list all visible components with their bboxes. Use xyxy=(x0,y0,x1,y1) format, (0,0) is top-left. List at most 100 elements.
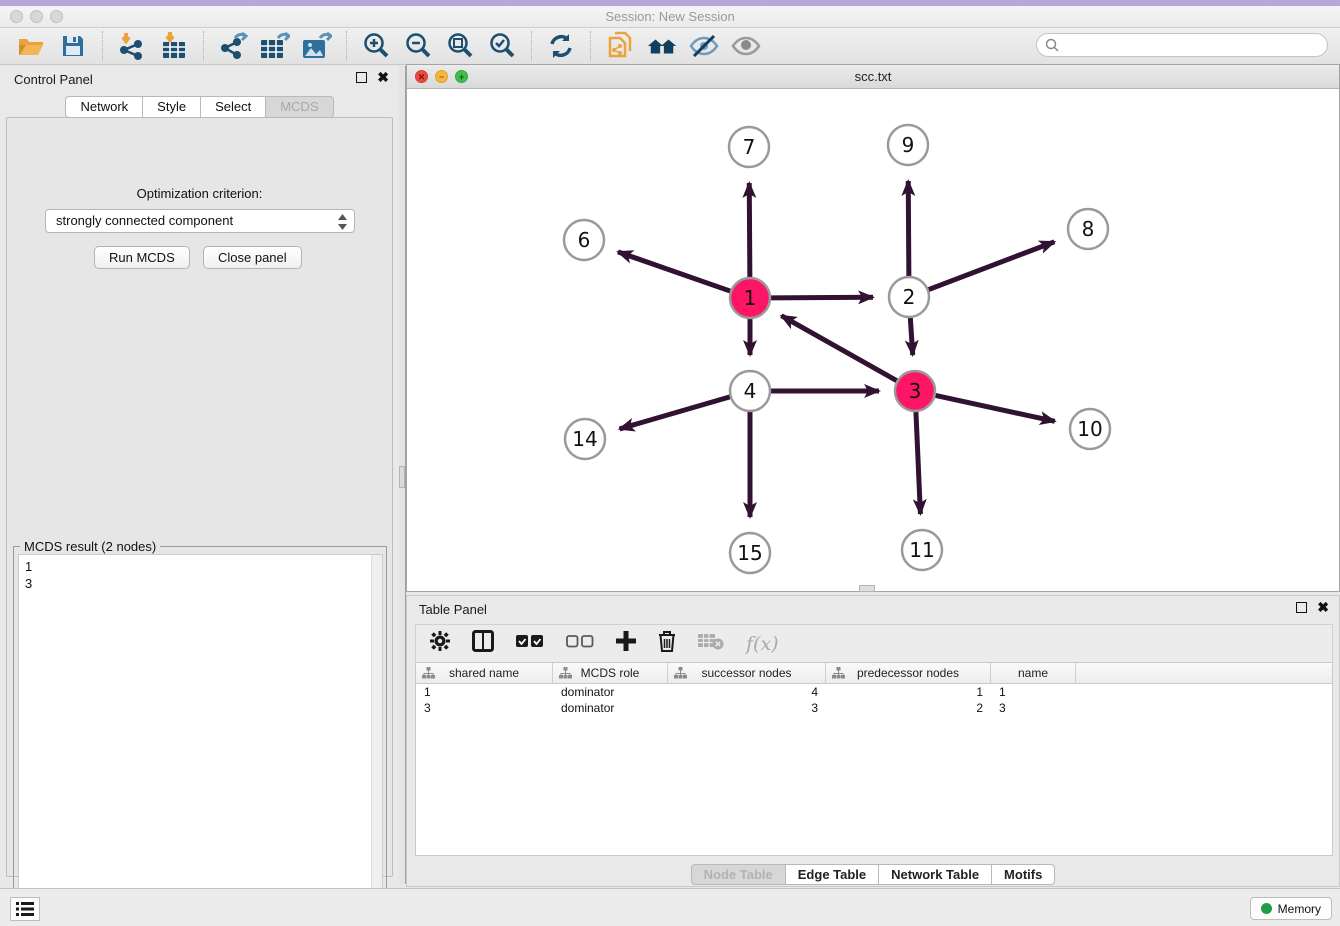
column-header-successor-nodes[interactable]: successor nodes xyxy=(668,663,826,683)
export-network-icon[interactable] xyxy=(218,32,248,60)
toolbar-separator xyxy=(590,31,591,61)
window-title: Session: New Session xyxy=(0,6,1340,28)
tab-style[interactable]: Style xyxy=(142,96,200,118)
column-header-name[interactable]: name xyxy=(991,663,1076,683)
show-overview-icon[interactable] xyxy=(647,32,677,60)
export-image-icon[interactable] xyxy=(302,32,332,60)
vertical-split-divider[interactable] xyxy=(399,66,406,884)
import-table-icon[interactable] xyxy=(159,32,189,60)
tab-motifs[interactable]: Motifs xyxy=(991,864,1055,885)
delete-column-icon[interactable] xyxy=(658,631,676,657)
table-cell[interactable]: 1 xyxy=(416,684,553,700)
task-history-button[interactable] xyxy=(10,897,40,921)
criterion-value: strongly connected component xyxy=(56,213,233,228)
graph-node-label: 10 xyxy=(1077,417,1102,441)
close-panel-button[interactable]: Close panel xyxy=(203,246,302,269)
deselect-all-rows-icon[interactable] xyxy=(566,635,594,653)
tab-node-table[interactable]: Node Table xyxy=(691,864,785,885)
minimize-network-icon[interactable]: − xyxy=(435,70,448,83)
graph-node-label: 7 xyxy=(743,135,756,159)
tab-network[interactable]: Network xyxy=(65,96,142,118)
window-traffic-lights[interactable] xyxy=(10,10,70,28)
show-panel-eye-icon[interactable] xyxy=(731,32,761,60)
graph-edge-2-9[interactable] xyxy=(908,181,909,276)
column-header-shared-name[interactable]: shared name xyxy=(416,663,553,683)
graph-node-label: 6 xyxy=(578,228,591,252)
network-window-titlebar[interactable]: ✕ − + scc.txt xyxy=(407,65,1339,89)
save-session-icon[interactable] xyxy=(58,32,88,60)
zoom-window-icon[interactable] xyxy=(50,10,63,23)
table-cell[interactable]: 3 xyxy=(668,700,826,716)
table-row[interactable]: 3dominator323 xyxy=(416,700,1332,716)
close-window-icon[interactable] xyxy=(10,10,23,23)
open-session-icon[interactable] xyxy=(16,32,46,60)
horizontal-split-handle[interactable] xyxy=(859,585,875,592)
network-window-title: scc.txt xyxy=(407,65,1339,88)
column-header-predecessor-nodes[interactable]: predecessor nodes xyxy=(826,663,991,683)
close-network-icon[interactable]: ✕ xyxy=(415,70,428,83)
hide-panel-eye-icon[interactable] xyxy=(689,32,719,60)
zoom-out-icon[interactable] xyxy=(403,32,433,60)
graph-edge-1-7[interactable] xyxy=(749,183,750,277)
table-cell[interactable]: dominator xyxy=(553,684,668,700)
search-input[interactable] xyxy=(1059,38,1309,52)
table-cell[interactable]: 3 xyxy=(991,700,1076,716)
run-mcds-button[interactable]: Run MCDS xyxy=(94,246,190,269)
refresh-layout-icon[interactable] xyxy=(546,32,576,60)
export-table-icon[interactable] xyxy=(260,32,290,60)
memory-ok-icon xyxy=(1261,903,1272,914)
close-table-panel-icon[interactable]: ✖ xyxy=(1317,602,1329,613)
graph-edge-3-1[interactable] xyxy=(781,316,896,381)
mcds-result-line: 1 xyxy=(25,558,382,575)
graph-edge-2-8[interactable] xyxy=(929,242,1055,290)
mcds-result-fieldset: MCDS result (2 nodes) 1 3 xyxy=(13,546,387,922)
table-cell[interactable]: dominator xyxy=(553,700,668,716)
table-column-headers: shared nameMCDS rolesuccessor nodesprede… xyxy=(416,663,1332,684)
graph-edge-3-11[interactable] xyxy=(916,412,920,514)
table-cell[interactable]: 3 xyxy=(416,700,553,716)
import-network-icon[interactable] xyxy=(117,32,147,60)
add-column-icon[interactable] xyxy=(616,631,636,656)
clone-network-icon[interactable] xyxy=(605,32,635,60)
float-panel-icon[interactable] xyxy=(356,72,367,83)
graph-node-label: 3 xyxy=(909,379,922,403)
show-column-panel-icon[interactable] xyxy=(472,630,494,657)
table-cell[interactable]: 1 xyxy=(991,684,1076,700)
tab-network-table[interactable]: Network Table xyxy=(878,864,991,885)
network-graph-canvas[interactable]: 7968124314101511 xyxy=(407,89,1339,591)
minimize-window-icon[interactable] xyxy=(30,10,43,23)
zoom-in-icon[interactable] xyxy=(361,32,391,60)
split-handle[interactable] xyxy=(399,466,405,488)
tab-select[interactable]: Select xyxy=(200,96,265,118)
maximize-network-icon[interactable]: + xyxy=(455,70,468,83)
column-header-MCDS-role[interactable]: MCDS role xyxy=(553,663,668,683)
float-table-panel-icon[interactable] xyxy=(1296,602,1307,613)
graph-edge-1-2[interactable] xyxy=(771,297,873,298)
memory-label: Memory xyxy=(1278,902,1321,916)
table-settings-gear-icon[interactable] xyxy=(430,631,450,656)
tab-mcds[interactable]: MCDS xyxy=(265,96,333,118)
node-table[interactable]: shared nameMCDS rolesuccessor nodesprede… xyxy=(415,662,1333,856)
graph-node-label: 9 xyxy=(902,133,915,157)
tab-edge-table[interactable]: Edge Table xyxy=(785,864,878,885)
close-panel-icon[interactable]: ✖ xyxy=(377,72,389,83)
zoom-selected-icon[interactable] xyxy=(487,32,517,60)
select-all-rows-icon[interactable] xyxy=(516,635,544,653)
mcds-result-list[interactable]: 1 3 xyxy=(18,554,383,918)
graph-edge-1-6[interactable] xyxy=(618,252,730,291)
memory-status-button[interactable]: Memory xyxy=(1250,897,1332,920)
criterion-dropdown[interactable]: strongly connected component xyxy=(45,209,355,233)
graph-edge-2-3[interactable] xyxy=(910,318,912,355)
graph-edge-3-10[interactable] xyxy=(936,395,1055,421)
table-row[interactable]: 1dominator411 xyxy=(416,684,1332,700)
table-cell[interactable]: 1 xyxy=(826,684,991,700)
table-cell[interactable]: 2 xyxy=(826,700,991,716)
search-field[interactable] xyxy=(1036,33,1328,57)
zoom-fit-icon[interactable] xyxy=(445,32,475,60)
graph-edge-4-14[interactable] xyxy=(620,397,730,429)
table-panel-title: Table Panel xyxy=(419,602,487,617)
graph-node-label: 15 xyxy=(737,541,762,565)
table-cell[interactable]: 4 xyxy=(668,684,826,700)
table-panel-header: Table Panel ✖ xyxy=(407,596,1339,622)
result-scrollbar[interactable] xyxy=(371,555,382,917)
